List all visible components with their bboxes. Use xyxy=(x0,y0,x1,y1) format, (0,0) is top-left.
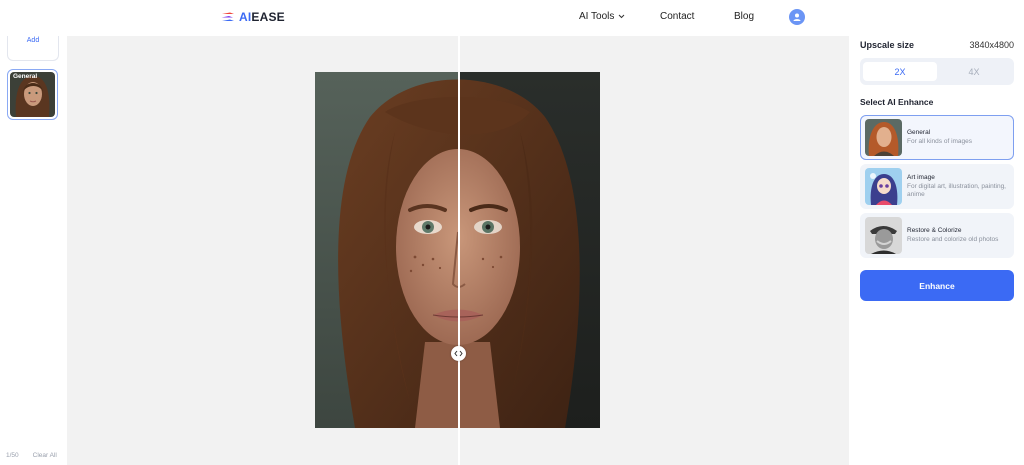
aiease-logo[interactable]: AIEASE xyxy=(221,10,285,24)
select-enhance-heading: Select AI Enhance xyxy=(860,97,934,107)
art-image-option-description: For digital art, illustration, painting,… xyxy=(907,182,1006,198)
chevron-down-icon xyxy=(619,14,625,19)
restore-option-description: Restore and colorize old photos xyxy=(907,235,999,243)
enhance-option-restore-colorize[interactable]: Restore & Colorize Restore and colorize … xyxy=(860,213,1014,258)
nav-ai-tools[interactable]: AI Tools xyxy=(579,11,625,22)
drag-arrows-icon xyxy=(454,350,463,357)
art-image-option-name: Art image xyxy=(907,173,935,181)
logo-text: AIEASE xyxy=(239,10,285,24)
restore-option-name: Restore & Colorize xyxy=(907,226,962,234)
enhance-option-art-image[interactable]: Art image For digital art, illustration,… xyxy=(860,164,1014,209)
image-thumbnail-card[interactable]: General xyxy=(7,69,58,120)
enhance-option-general[interactable]: General For all kinds of images xyxy=(860,115,1014,160)
comparison-slider-handle[interactable] xyxy=(451,346,466,361)
restore-option-thumbnail xyxy=(865,217,902,254)
preview-canvas xyxy=(67,36,849,465)
portrait-thumbnail-image: General xyxy=(10,72,55,117)
general-option-description: For all kinds of images xyxy=(907,137,973,145)
nav-ai-tools-label: AI Tools xyxy=(579,11,615,22)
settings-panel: Upscale size 3840x4800 2X 4X Select AI E… xyxy=(849,36,1024,465)
thumbnail-mode-label: General xyxy=(13,73,38,80)
general-option-name: General xyxy=(907,128,931,136)
general-option-thumbnail xyxy=(865,119,902,156)
upscale-size-value: 3840x4800 xyxy=(969,40,1014,50)
art-image-option-thumbnail xyxy=(865,168,902,205)
nav-blog-label: Blog xyxy=(734,11,755,22)
user-icon xyxy=(793,13,801,21)
nav-contact-label: Contact xyxy=(660,11,695,22)
upscale-size-label: Upscale size xyxy=(860,40,915,50)
page-count: 1/50 xyxy=(6,452,19,459)
nav-blog[interactable]: Blog xyxy=(734,11,754,22)
comparison-divider-line[interactable] xyxy=(458,36,460,465)
add-image-label: Add xyxy=(26,37,40,44)
scale-selector: 2X 4X xyxy=(860,58,1014,85)
user-avatar-button[interactable] xyxy=(789,9,805,25)
scale-option-2x[interactable]: 2X xyxy=(863,62,937,81)
add-image-button[interactable]: Add xyxy=(7,36,59,61)
upscale-size-row: Upscale size 3840x4800 xyxy=(860,40,1014,50)
nav-contact[interactable]: Contact xyxy=(660,11,694,22)
logo-mark-icon xyxy=(221,12,234,21)
clear-all-button[interactable]: Clear All xyxy=(33,452,57,459)
scale-option-4x[interactable]: 4X xyxy=(937,62,1011,81)
enhance-button[interactable]: Enhance xyxy=(860,270,1014,301)
top-navigation-bar: AIEASE AI Tools Contact Blog xyxy=(0,0,1024,36)
sidebar-footer: 1/50 Clear All xyxy=(6,452,57,459)
